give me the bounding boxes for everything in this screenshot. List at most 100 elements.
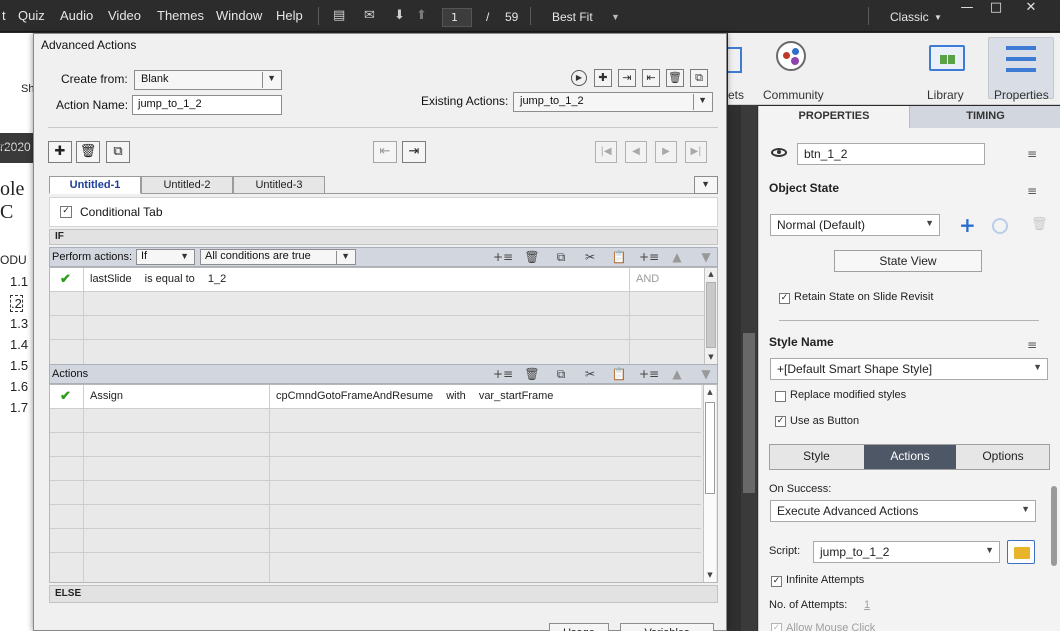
menu-item-help[interactable]: Help: [276, 8, 303, 23]
mail-icon[interactable]: ✉: [364, 9, 375, 23]
assets-label[interactable]: ets: [728, 88, 744, 102]
tab-timing[interactable]: TIMING: [909, 106, 1060, 128]
create-from-select[interactable]: Blank ▼: [134, 70, 282, 90]
paste-row-icon[interactable]: 📋: [610, 366, 628, 382]
library-icon[interactable]: [929, 45, 965, 71]
condition-logic[interactable]: AND: [630, 268, 704, 292]
assets-icon[interactable]: [728, 47, 742, 73]
copy-row-icon[interactable]: ⧉: [552, 249, 570, 265]
module-item-1-7[interactable]: 1.7: [10, 400, 28, 415]
infinite-attempts-checkbox[interactable]: ✓: [771, 576, 782, 587]
insert-row-icon[interactable]: +≡: [493, 366, 513, 382]
library-label[interactable]: Library: [927, 88, 964, 102]
action-row[interactable]: [50, 481, 701, 505]
delete-decision-icon[interactable]: 🗑: [76, 141, 100, 163]
copy-row-icon[interactable]: ⧉: [552, 366, 570, 382]
action-command[interactable]: [84, 505, 270, 529]
action-row[interactable]: ✔ Assign cpCmndGotoFrameAndResume with v…: [50, 385, 701, 409]
action-row[interactable]: [50, 529, 701, 553]
action-name-input[interactable]: jump_to_1_2: [132, 95, 282, 115]
condition-row[interactable]: [50, 292, 704, 316]
style-menu-icon[interactable]: ≡: [1027, 338, 1037, 352]
menu-item-tools[interactable]: t: [2, 8, 6, 23]
retain-state-checkbox[interactable]: ✓: [779, 293, 790, 304]
visibility-eye-icon[interactable]: [771, 148, 787, 157]
chevron-down-icon[interactable]: ▼: [611, 12, 620, 22]
else-section-bar[interactable]: ELSE: [49, 585, 718, 603]
action-command[interactable]: [84, 409, 270, 433]
segment-options[interactable]: Options: [957, 445, 1049, 469]
scroll-down-icon[interactable]: ▼: [705, 351, 717, 363]
variables-button[interactable]: Variables: [620, 623, 714, 631]
condition-scrollbar[interactable]: ▲ ▼: [704, 268, 717, 364]
condition-expression[interactable]: [84, 340, 630, 364]
action-command[interactable]: [84, 529, 270, 553]
panel-scrollbar[interactable]: [1051, 486, 1057, 566]
condition-row[interactable]: ✔ lastSlide is equal to 1_2 AND: [50, 268, 704, 292]
segment-actions[interactable]: Actions: [864, 445, 956, 469]
action-row[interactable]: [50, 433, 701, 457]
module-item-1-4[interactable]: 1.4: [10, 337, 28, 352]
cut-row-icon[interactable]: ✂: [581, 366, 599, 382]
tab-untitled-1[interactable]: Untitled-1: [49, 176, 141, 194]
condition-row[interactable]: [50, 340, 704, 364]
object-name-field[interactable]: btn_1_2: [797, 143, 985, 165]
move-up-icon[interactable]: ▲: [668, 249, 686, 265]
condition-expression[interactable]: [84, 292, 630, 316]
duplicate-decision-icon[interactable]: ⧉: [106, 141, 130, 163]
condition-scrollbar-thumb[interactable]: [706, 282, 716, 348]
conditions-select[interactable]: All conditions are true ▼: [200, 249, 356, 265]
menu-item-quiz[interactable]: Quiz: [18, 8, 45, 23]
move-left-icon[interactable]: ⇤: [373, 141, 397, 163]
menu-item-audio[interactable]: Audio: [60, 8, 93, 23]
actions-scrollbar[interactable]: ▲ ▼: [703, 385, 716, 582]
cut-row-icon[interactable]: ✂: [581, 249, 599, 265]
segment-style[interactable]: Style: [770, 445, 863, 469]
first-decision-icon[interactable]: |◀: [595, 141, 617, 163]
delete-action-icon[interactable]: 🗑: [666, 69, 684, 87]
replace-styles-checkbox[interactable]: [775, 391, 786, 402]
action-command[interactable]: [84, 481, 270, 505]
condition-expression[interactable]: [84, 316, 630, 340]
add-decision-icon[interactable]: ✚: [48, 141, 72, 163]
script-select[interactable]: jump_to_1_2 ▼: [813, 541, 1000, 563]
export-icon[interactable]: ⇤: [642, 69, 660, 87]
tab-untitled-3[interactable]: Untitled-3: [233, 176, 325, 194]
action-row[interactable]: [50, 409, 701, 433]
menu-item-themes[interactable]: Themes: [157, 8, 204, 23]
condition-row[interactable]: [50, 316, 704, 340]
insert-row-icon[interactable]: +≡: [493, 249, 513, 265]
existing-actions-select[interactable]: jump_to_1_2 ▼: [513, 92, 713, 112]
close-icon[interactable]: ✕: [1017, 0, 1045, 16]
minimize-icon[interactable]: —: [953, 0, 981, 16]
action-command[interactable]: Assign: [84, 385, 270, 409]
action-arguments[interactable]: cpCmndGotoFrameAndResume with var_startF…: [270, 385, 701, 409]
state-select[interactable]: Normal (Default) ▼: [770, 214, 940, 236]
use-as-button-checkbox[interactable]: ✓: [775, 416, 786, 427]
maximize-icon[interactable]: □: [982, 0, 1010, 16]
action-command[interactable]: [84, 457, 270, 481]
paste-row-icon[interactable]: 📋: [610, 249, 628, 265]
action-command[interactable]: [84, 433, 270, 457]
on-success-select[interactable]: Execute Advanced Actions ▼: [770, 500, 1036, 522]
arrow-up-icon[interactable]: ⬆: [416, 9, 427, 23]
scroll-up-icon[interactable]: ▲: [705, 268, 717, 280]
move-down-icon[interactable]: ▼: [697, 366, 715, 382]
next-decision-icon[interactable]: ▶: [655, 141, 677, 163]
action-row[interactable]: [50, 505, 701, 529]
actions-scrollbar-thumb[interactable]: [705, 402, 715, 494]
import-icon[interactable]: ⇥: [618, 69, 636, 87]
scroll-down-icon[interactable]: ▼: [704, 569, 716, 581]
style-select[interactable]: +[Default Smart Shape Style] ▼: [770, 358, 1048, 380]
properties-button[interactable]: Properties: [988, 37, 1054, 102]
duplicate-action-icon[interactable]: ⧉: [690, 69, 708, 87]
add-action-icon[interactable]: ✚: [594, 69, 612, 87]
add-state-icon[interactable]: +: [959, 214, 976, 236]
arrow-down-icon[interactable]: ⬇: [394, 9, 405, 23]
tab-properties[interactable]: PROPERTIES: [759, 106, 909, 128]
condition-expression[interactable]: lastSlide is equal to 1_2: [84, 268, 630, 292]
community-label[interactable]: Community: [763, 88, 824, 102]
menu-item-video[interactable]: Video: [108, 8, 141, 23]
action-command[interactable]: [84, 553, 270, 582]
delete-row-icon[interactable]: 🗑: [523, 366, 541, 382]
